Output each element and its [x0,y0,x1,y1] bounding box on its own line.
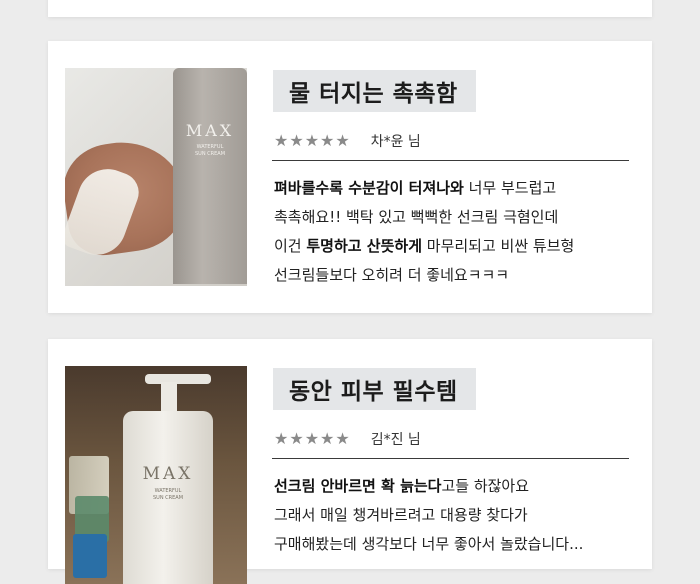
review-card: MAX WATERFUL SUN CREAM 물 터지는 촉촉함 ★★★★★ 차… [48,41,652,313]
review-line: 펴바를수록 수분감이 터져나와 너무 부드럽고 [274,179,557,197]
star-rating: ★★★★★ [274,429,351,448]
review-line: 촉촉해요!! 백탁 있고 뻑뻑한 선크림 극혐인데 [274,208,559,226]
review-title: 동안 피부 필수템 [289,379,458,405]
product-subtitle: WATERFUL SUN CREAM [152,488,184,501]
review-title: 물 터지는 촉촉함 [289,81,458,107]
rating-row: ★★★★★ 김*진 님 [274,429,421,449]
previous-review-card [48,0,652,17]
pump-head [145,374,211,384]
review-line: 그래서 매일 챙겨바르려고 대용량 찾다가 [274,506,528,524]
review-body: 선크림 안바르면 확 늙는다고들 하잖아요 그래서 매일 챙겨바르려고 대용량 … [274,472,644,559]
rating-row: ★★★★★ 차*윤 님 [274,131,421,151]
star-rating: ★★★★★ [274,131,351,150]
review-line: 이건 투명하고 산뜻하게 마무리되고 비싼 튜브형 [274,237,575,255]
review-line: 선크림 안바르면 확 늙는다고들 하잖아요 [274,477,530,495]
divider [272,160,629,161]
product-brand: MAX [185,121,235,140]
pump-neck [161,382,177,414]
review-body: 펴바를수록 수분감이 터져나와 너무 부드럽고 촉촉해요!! 백탁 있고 뻑뻑한… [274,174,644,290]
product-brand: MAX [142,464,194,484]
product-subtitle: WATERFUL SUN CREAM [194,144,226,157]
review-photo: MAX WATERFUL SUN CREAM [65,68,247,286]
review-line: 구매해봤는데 생각보다 너무 좋아서 놀랐습니다... [274,535,584,553]
divider [272,458,629,459]
reviewer-name: 김*진 님 [370,432,421,448]
review-card: MAX WATERFUL SUN CREAM 동안 피부 필수템 ★★★★★ 김… [48,339,652,584]
review-photo: MAX WATERFUL SUN CREAM [65,366,247,584]
review-title-box: 동안 피부 필수템 [273,368,476,410]
reviewer-name: 차*윤 님 [370,134,421,150]
perfume-bottle-image [73,534,107,578]
product-bottle: MAX WATERFUL SUN CREAM [123,411,213,584]
review-title-box: 물 터지는 촉촉함 [273,70,476,112]
product-bottle: MAX WATERFUL SUN CREAM [173,68,247,284]
review-line: 선크림들보다 오히려 더 좋네요ㅋㅋㅋ [274,266,510,284]
